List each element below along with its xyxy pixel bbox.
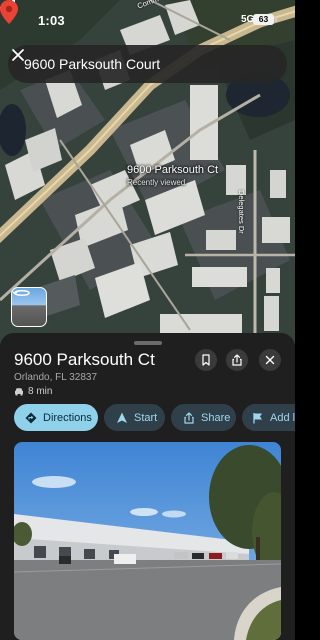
add-label-button[interactable]: Add la	[242, 404, 295, 431]
sheet-drag-handle[interactable]	[134, 341, 162, 345]
status-time: 1:03	[38, 13, 65, 28]
share-button[interactable]: Share	[171, 404, 236, 431]
add-label-label: Add la	[270, 411, 295, 424]
place-address: Orlando, FL 32837	[14, 372, 98, 383]
directions-label: Directions	[43, 411, 92, 424]
battery-icon: 63	[253, 14, 277, 25]
place-photo[interactable]	[14, 442, 281, 640]
clear-search-icon[interactable]	[8, 45, 28, 65]
map-pin-icon[interactable]	[0, 0, 18, 24]
close-button[interactable]	[259, 349, 281, 371]
road-label: Delegates Dr	[237, 190, 246, 234]
share-icon	[232, 354, 242, 366]
map-place-label[interactable]: 9600 Parksouth Ct	[127, 164, 218, 176]
save-button[interactable]	[195, 349, 217, 371]
share-label: Share	[201, 411, 231, 424]
directions-icon	[25, 412, 37, 423]
flag-icon	[253, 412, 262, 423]
street-view-rotate-icon	[12, 290, 30, 296]
satellite-map[interactable]: 1:03 5G 63 9600 Parksouth Court 9600 Par…	[0, 0, 295, 345]
search-query[interactable]: 9600 Parksouth Court	[24, 56, 160, 72]
share-icon-button[interactable]	[226, 349, 248, 371]
start-label: Start	[134, 411, 158, 424]
directions-button[interactable]: Directions	[14, 404, 98, 431]
close-icon	[265, 355, 275, 365]
share-icon	[184, 411, 194, 424]
car-icon	[15, 388, 23, 396]
street-view-thumbnail[interactable]	[11, 287, 47, 327]
drive-time-text: 8 min	[28, 386, 53, 397]
bookmark-icon	[202, 354, 210, 366]
action-chips: Directions Start Share Add la	[14, 404, 295, 432]
start-button[interactable]: Start	[104, 404, 165, 431]
navigation-arrow-icon	[117, 412, 127, 423]
drive-time: 8 min	[14, 386, 52, 397]
street-view-photo	[14, 442, 281, 640]
search-bar[interactable]: 9600 Parksouth Court	[8, 45, 287, 83]
map-place-sublabel: Recently viewed	[127, 178, 186, 187]
place-bottom-sheet[interactable]: 9600 Parksouth Ct Orlando, FL 32837 8 mi…	[0, 333, 295, 640]
place-title: 9600 Parksouth Ct	[14, 350, 155, 369]
